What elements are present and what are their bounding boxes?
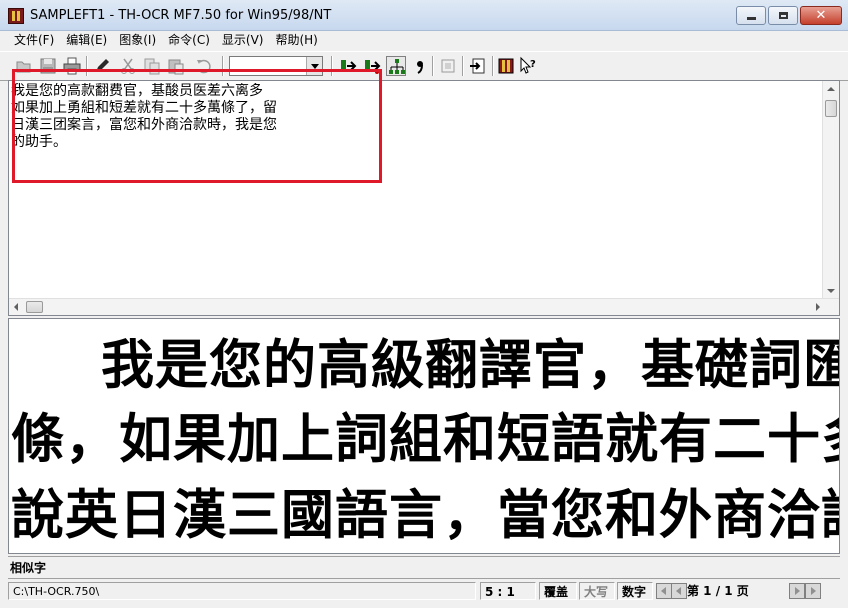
prev-page-button[interactable] [671, 583, 687, 599]
svg-text:?: ? [530, 59, 536, 70]
menu-view[interactable]: 显示(V) [216, 31, 270, 50]
toolbar-separator [492, 56, 494, 76]
horizontal-scrollbar[interactable] [9, 298, 839, 315]
status-numlock: 数字 [617, 582, 653, 600]
menu-edit[interactable]: 编辑(E) [60, 31, 113, 50]
maximize-icon [778, 12, 788, 19]
menu-bar: 文件(F) 编辑(E) 图象(I) 命令(C) 显示(V) 帮助(H) [0, 31, 848, 50]
window-controls: ✕ [736, 6, 842, 25]
scroll-thumb[interactable] [825, 100, 837, 117]
film-icon [498, 58, 514, 74]
frame-icon [441, 59, 455, 73]
toolbar-separator [462, 56, 464, 76]
maximize-button[interactable] [768, 6, 798, 25]
frame-button[interactable] [438, 56, 458, 76]
toolbar-separator [432, 56, 434, 76]
status-path: C:\TH-OCR.750\ [8, 582, 476, 600]
export-icon [470, 58, 485, 74]
similar-char-label: 相似字 [10, 561, 47, 575]
status-bar: C:\TH-OCR.750\ 5 : 1 覆盖 大写 数字 第 1 / 1 页 [8, 578, 840, 603]
minimize-button[interactable] [736, 6, 766, 25]
first-page-button[interactable] [656, 583, 672, 599]
help-cursor-icon: ? [520, 56, 536, 74]
status-zoom-ratio: 5 : 1 [480, 582, 536, 600]
close-button[interactable]: ✕ [800, 6, 842, 25]
page-indicator: 第 1 / 1 页 [687, 584, 749, 598]
scroll-down-icon[interactable] [827, 289, 835, 293]
scanned-text-line: 說英日漢三國語言，當您和外商洽談時 [11, 484, 840, 546]
close-icon: ✕ [815, 8, 827, 23]
menu-image[interactable]: 图象(I) [113, 31, 162, 50]
next-page-button[interactable] [789, 583, 805, 599]
scanned-text-line: 我是您的高級翻譯官，基礎詞匯達 [101, 334, 840, 396]
window-title: SAMPLEFT1 - TH-OCR MF7.50 for Win95/98/N… [30, 8, 332, 23]
last-page-button[interactable] [805, 583, 821, 599]
similar-char-bar: 相似字 [8, 556, 840, 577]
punctuation-button[interactable] [410, 56, 430, 76]
layout-tree-button[interactable] [386, 56, 406, 76]
vertical-scrollbar[interactable] [822, 81, 839, 299]
comma-icon [417, 61, 423, 74]
help-cursor-button[interactable]: ? [518, 56, 538, 76]
scanned-text-line: 條，如果加上詞組和短語就有二十多萬個 [11, 408, 839, 470]
menu-command[interactable]: 命令(C) [162, 31, 216, 50]
menu-file[interactable]: 文件(F) [8, 31, 60, 50]
scanned-image-pane[interactable]: 我是您的高級翻譯官，基礎詞匯達 條，如果加上詞組和短語就有二十多萬個 說英日漢三… [8, 318, 840, 554]
minimize-icon [746, 17, 756, 20]
app-icon[interactable] [8, 8, 24, 24]
status-overwrite: 覆盖 [539, 582, 577, 600]
app-window: SAMPLEFT1 - TH-OCR MF7.50 for Win95/98/N… [0, 0, 848, 608]
scroll-up-icon[interactable] [827, 87, 835, 91]
title-bar[interactable]: SAMPLEFT1 - TH-OCR MF7.50 for Win95/98/N… [0, 0, 848, 31]
annotation-highlight-box [12, 69, 382, 183]
scroll-right-icon[interactable] [816, 303, 820, 311]
film-button[interactable] [496, 56, 516, 76]
tree-icon [389, 59, 405, 74]
menu-help[interactable]: 帮助(H) [269, 31, 323, 50]
export-button[interactable] [468, 56, 488, 76]
status-caps: 大写 [579, 582, 615, 600]
scroll-left-icon[interactable] [14, 303, 18, 311]
scroll-thumb[interactable] [26, 301, 43, 313]
